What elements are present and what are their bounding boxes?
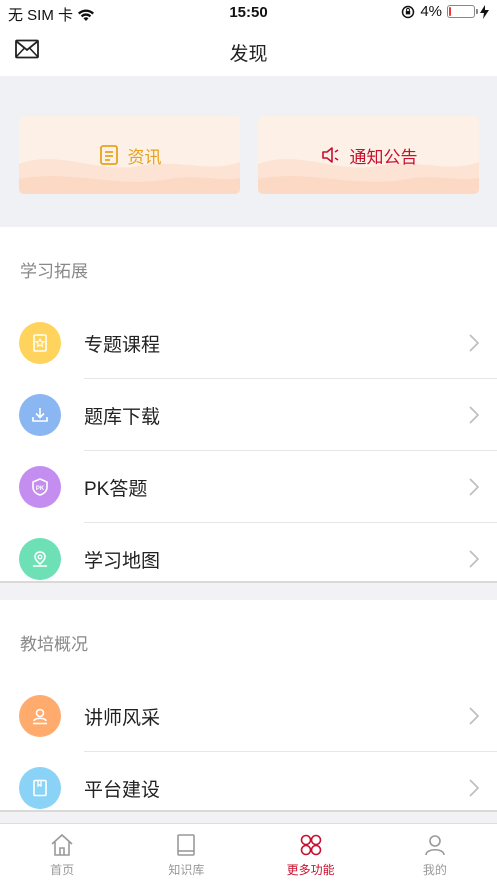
news-label: 资讯 (127, 147, 162, 167)
tab-label: 我的 (422, 863, 447, 877)
tab-label: 知识库 (168, 863, 205, 877)
lecturer-icon (19, 695, 61, 737)
user-icon (425, 835, 445, 856)
map-pin-icon (19, 538, 61, 580)
battery-icon (447, 5, 478, 18)
tab-label: 首页 (50, 863, 75, 877)
news-icon (99, 145, 118, 165)
divider (0, 810, 497, 812)
overview-section: 教培概况 讲师风采 平台建设 (0, 600, 497, 810)
nav-bar: 发现 (0, 26, 497, 76)
speaker-icon (321, 147, 338, 163)
page-title: 发现 (229, 44, 268, 65)
section-title: 教培概况 (20, 635, 88, 654)
download-icon (19, 394, 61, 436)
chevron-right-icon (469, 406, 479, 424)
list-item-label: 讲师风采 (84, 707, 161, 729)
list-item-lecturers[interactable]: 讲师风采 (0, 680, 497, 752)
study-section: 学习拓展 专题课程 题库下载 PK PK答题 学习地图 (0, 227, 497, 581)
chevron-right-icon (469, 550, 479, 568)
list-item-pk-quiz[interactable]: PK PK答题 (0, 451, 497, 523)
pk-shield-icon: PK (19, 466, 61, 508)
rotation-lock-icon (402, 5, 415, 18)
grid-clover-icon (300, 834, 321, 856)
charging-icon (480, 4, 489, 19)
book-icon (177, 834, 196, 856)
section-title: 学习拓展 (20, 262, 88, 281)
news-card[interactable]: 资讯 (19, 116, 240, 194)
tab-knowledge[interactable]: 知识库 (124, 824, 248, 883)
chevron-right-icon (469, 779, 479, 797)
status-bar: 无 SIM 卡 15:50 4% (0, 0, 497, 26)
book-icon (19, 767, 61, 809)
list-item-platform-building[interactable]: 平台建设 (0, 752, 497, 824)
list-item-question-bank-download[interactable]: 题库下载 (0, 379, 497, 451)
chevron-right-icon (469, 334, 479, 352)
list-item-label: 学习地图 (84, 550, 161, 572)
svg-text:PK: PK (36, 486, 45, 492)
list-item-topic-courses[interactable]: 专题课程 (0, 307, 497, 379)
chevron-right-icon (469, 707, 479, 725)
notice-label: 通知公告 (349, 147, 418, 167)
chevron-right-icon (469, 478, 479, 496)
banner-area: 资讯 通知公告 (0, 76, 497, 227)
tab-label: 更多功能 (286, 863, 335, 877)
status-right: 4% (401, 3, 489, 20)
list-item-label: 专题课程 (84, 334, 161, 356)
battery-percent: 4% (420, 3, 442, 20)
divider (0, 581, 497, 583)
tab-bar: 首页 知识库 更多功能 我的 (0, 823, 497, 883)
home-icon (51, 833, 73, 856)
list-item-label: 平台建设 (84, 779, 161, 801)
list-item-learning-map[interactable]: 学习地图 (0, 523, 497, 595)
tab-me[interactable]: 我的 (373, 824, 497, 883)
list-item-label: 题库下载 (84, 406, 161, 428)
notice-card[interactable]: 通知公告 (258, 116, 479, 194)
tab-home[interactable]: 首页 (0, 824, 124, 883)
bookmark-star-icon (19, 322, 61, 364)
list-item-label: PK答题 (84, 478, 148, 500)
tab-more[interactable]: 更多功能 (249, 824, 373, 883)
